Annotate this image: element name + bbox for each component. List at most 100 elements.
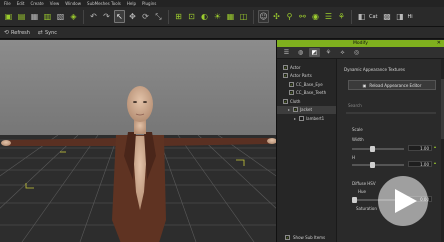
- checkbox[interactable]: ✓: [283, 64, 288, 70]
- open-folder-icon[interactable]: ▤: [16, 10, 27, 23]
- search-field[interactable]: Search: [348, 103, 362, 108]
- rotate-icon[interactable]: ⟳: [140, 10, 151, 23]
- width-label: Width: [352, 137, 364, 142]
- width-value[interactable]: 1.00: [408, 145, 432, 151]
- show-sub-items-toggle[interactable]: ✓ Show Sub Items: [285, 235, 325, 240]
- gizmo-icon[interactable]: ✣: [271, 10, 282, 23]
- figure-icon[interactable]: ☺: [258, 10, 269, 23]
- secondary-toolbar: ⟲ Refresh ⇄ Sync: [0, 27, 444, 39]
- tree-item[interactable]: ✓ Cloth: [277, 97, 336, 106]
- width-slider[interactable]: [352, 146, 404, 152]
- hue-label: Hue: [358, 189, 367, 194]
- width-spinner-icon[interactable]: ▴: [434, 144, 436, 149]
- tree-item-label: Cloth: [290, 98, 301, 104]
- menu-file[interactable]: File: [4, 0, 11, 7]
- checkbox[interactable]: ✓: [289, 81, 294, 87]
- export-icon[interactable]: ▧: [55, 10, 66, 23]
- select-icon[interactable]: ↖: [114, 10, 125, 23]
- refresh-label: Refresh: [11, 29, 30, 36]
- h-spinner-icon[interactable]: ▴: [434, 160, 436, 165]
- menu-view[interactable]: View: [50, 0, 60, 7]
- 3d-viewport[interactable]: [0, 40, 276, 242]
- tab-motion-icon[interactable]: ⟡: [337, 48, 348, 57]
- bone-icon[interactable]: ⚯: [297, 10, 308, 23]
- checkbox[interactable]: ✓: [283, 73, 288, 79]
- h-slider[interactable]: [352, 162, 404, 168]
- shading-icon[interactable]: ◐: [199, 10, 210, 23]
- texture-icon[interactable]: ▩: [382, 10, 393, 23]
- expand-arrow-icon[interactable]: ▸: [293, 116, 297, 121]
- toolbar-divider: [253, 9, 254, 24]
- refresh-icon: ⟲: [4, 29, 10, 36]
- tree-item[interactable]: ▸ lambert1: [277, 114, 336, 123]
- scene-tree: ✓ Actor ✓ Actor Parts ✓ CC_Base_Eye ✓ CC…: [277, 59, 337, 242]
- hi-label[interactable]: Hi: [408, 14, 413, 20]
- scale-icon[interactable]: ⤡: [153, 10, 164, 23]
- cat-icon[interactable]: ◧: [356, 10, 367, 23]
- tree-item-label: Actor Parts: [290, 73, 312, 79]
- expand-arrow-icon[interactable]: ▸: [287, 107, 291, 112]
- tab-morph-icon[interactable]: ⚘: [323, 48, 334, 57]
- camera-icon[interactable]: ◈: [68, 10, 79, 23]
- checkbox[interactable]: ✓: [293, 107, 298, 113]
- play-icon: [394, 189, 417, 213]
- menu-window[interactable]: Window: [65, 0, 81, 7]
- tree-item-label: Actor: [290, 64, 301, 70]
- light-icon[interactable]: ☀: [212, 10, 223, 23]
- undo-icon[interactable]: ↶: [88, 10, 99, 23]
- layers-icon[interactable]: ☰: [323, 10, 334, 23]
- scale-label: Scale: [352, 127, 363, 132]
- section-title: Dynamic Appearance Textures: [344, 67, 405, 72]
- wireframe-icon[interactable]: ◫: [238, 10, 249, 23]
- save-icon[interactable]: ▦: [29, 10, 40, 23]
- redo-icon[interactable]: ↷: [101, 10, 112, 23]
- pick-icon[interactable]: ⊞: [173, 10, 184, 23]
- walk-icon[interactable]: ⚘: [336, 10, 347, 23]
- main-toolbar: ▣ ▤ ▦ ▥ ▧ ◈ ↶ ↷ ↖ ✥ ⟳ ⤡ ⊞ ⊡ ◐ ☀ ▦ ◫ ☺ ✣ …: [0, 7, 444, 27]
- hue-slider-knob[interactable]: [352, 197, 357, 203]
- frame-icon[interactable]: ⊡: [186, 10, 197, 23]
- toolbar-divider: [351, 9, 352, 24]
- menu-create[interactable]: Create: [30, 0, 43, 7]
- menu-plugins[interactable]: Plugins: [142, 0, 156, 7]
- tree-item-label: CC_Base_Teeth: [296, 90, 327, 96]
- grid-icon[interactable]: ▦: [225, 10, 236, 23]
- tree-item[interactable]: ✓ Actor: [277, 63, 336, 72]
- tab-sliders-icon[interactable]: ☰: [281, 48, 292, 57]
- menu-help[interactable]: Help: [127, 0, 136, 7]
- reload-appearance-editor-button[interactable]: ▣ Reload Appearance Editor: [348, 80, 436, 90]
- tree-item[interactable]: ✓ CC_Base_Eye: [277, 80, 336, 89]
- morph-icon[interactable]: ◉: [310, 10, 321, 23]
- checkbox[interactable]: [299, 115, 304, 121]
- tree-item[interactable]: ✓ Actor Parts: [277, 72, 336, 81]
- move-icon[interactable]: ✥: [127, 10, 138, 23]
- pose-icon[interactable]: ⚲: [284, 10, 295, 23]
- panel-title-text: Modify: [353, 41, 368, 46]
- viewport-scene: [0, 40, 276, 242]
- width-slider-knob[interactable]: [370, 146, 375, 152]
- sync-button[interactable]: ⇄ Sync: [38, 29, 57, 36]
- checkbox[interactable]: ✓: [283, 98, 288, 104]
- tab-physics-icon[interactable]: ◎: [351, 48, 362, 57]
- panel-tabs: ☰ ◍ ◩ ⚘ ⟡ ◎: [277, 47, 444, 59]
- menu-edit[interactable]: Edit: [17, 0, 25, 7]
- h-label: H: [352, 155, 356, 160]
- refresh-button[interactable]: ⟲ Refresh: [4, 29, 30, 36]
- close-icon[interactable]: ✕: [437, 40, 441, 47]
- tree-item[interactable]: ✓ CC_Base_Teeth: [277, 89, 336, 98]
- video-play-button[interactable]: [378, 176, 428, 226]
- tree-item-selected[interactable]: ▸ ✓ Jacket: [277, 105, 336, 114]
- tab-texture-icon[interactable]: ◩: [309, 48, 320, 57]
- checkbox[interactable]: ✓: [289, 90, 294, 96]
- h-slider-knob[interactable]: [370, 162, 375, 168]
- menu-submeshes-tools[interactable]: SubMeshes Tools: [87, 0, 121, 7]
- checkbox[interactable]: ✓: [285, 235, 290, 240]
- diffuse-label: Diffuse HSV: [352, 181, 376, 186]
- import-icon[interactable]: ▥: [42, 10, 53, 23]
- hi-icon[interactable]: ◨: [395, 10, 406, 23]
- tab-material-icon[interactable]: ◍: [295, 48, 306, 57]
- h-value[interactable]: 1.00: [408, 161, 432, 167]
- new-project-icon[interactable]: ▣: [3, 10, 14, 23]
- search-underline: [346, 112, 436, 114]
- cat-label[interactable]: Cat: [369, 14, 378, 20]
